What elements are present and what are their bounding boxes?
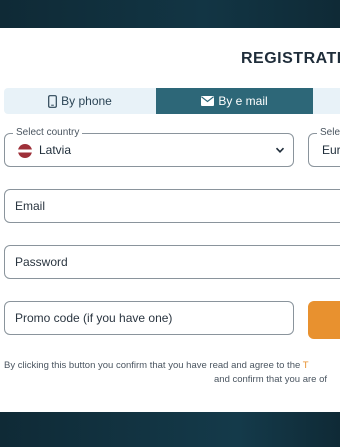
tab-by-phone-label: By phone bbox=[61, 94, 112, 108]
envelope-icon bbox=[201, 96, 215, 106]
password-field[interactable] bbox=[5, 246, 340, 278]
bottom-background bbox=[0, 412, 340, 447]
latvia-flag-icon bbox=[18, 144, 32, 158]
terms-line-2: and confirm that you are of bbox=[214, 374, 328, 385]
currency-select-value: Eur bbox=[322, 143, 340, 157]
page: REGISTRATIC By phone By e bbox=[0, 0, 340, 447]
country-select[interactable]: Select country Latvia bbox=[4, 127, 294, 167]
terms-text: By clicking this button you confirm that… bbox=[4, 359, 340, 387]
email-field-wrapper bbox=[4, 189, 340, 223]
registration-tabs: By phone By e mail bbox=[4, 88, 340, 114]
tab-by-email[interactable]: By e mail bbox=[156, 88, 313, 114]
tab-by-email-label: By e mail bbox=[218, 94, 268, 108]
password-field-wrapper bbox=[4, 245, 340, 279]
register-button[interactable] bbox=[308, 301, 340, 339]
modal-title: REGISTRATIC bbox=[241, 50, 340, 67]
phone-icon bbox=[48, 94, 58, 108]
currency-select[interactable]: Selec Eur bbox=[308, 127, 340, 167]
promo-code-field[interactable] bbox=[5, 302, 293, 334]
registration-modal: REGISTRATIC By phone By e bbox=[0, 28, 340, 412]
country-select-label: Select country bbox=[13, 127, 83, 138]
chevron-down-icon bbox=[275, 147, 285, 153]
country-select-value: Latvia bbox=[39, 143, 72, 157]
top-background bbox=[0, 0, 340, 28]
email-field[interactable] bbox=[5, 190, 340, 222]
tab-by-phone[interactable]: By phone bbox=[4, 88, 156, 114]
terms-link[interactable]: T bbox=[303, 360, 309, 371]
promo-code-field-wrapper bbox=[4, 301, 294, 335]
currency-select-label: Selec bbox=[317, 127, 340, 138]
tab-next[interactable] bbox=[313, 88, 340, 114]
terms-line-1: By clicking this button you confirm that… bbox=[4, 360, 303, 371]
